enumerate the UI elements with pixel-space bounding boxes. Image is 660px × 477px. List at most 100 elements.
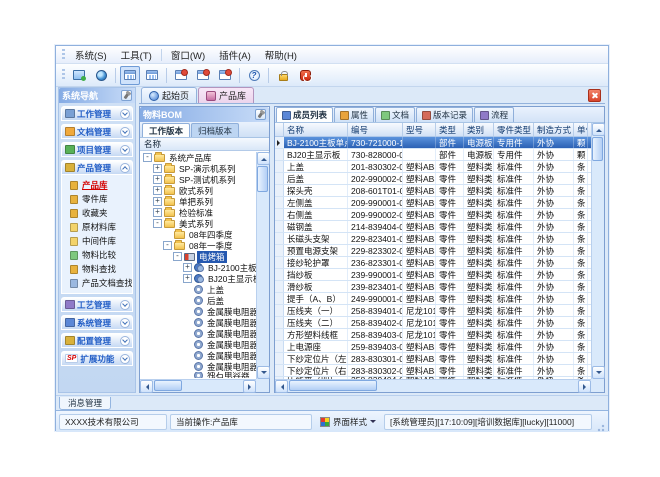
- sidebar-item-收藏夹[interactable]: 收藏夹: [68, 206, 132, 220]
- help-button[interactable]: ?: [244, 66, 264, 85]
- browser-globe-button[interactable]: [91, 66, 111, 85]
- bom-pin-button[interactable]: [255, 109, 266, 120]
- tab-文档[interactable]: 文档: [375, 107, 415, 122]
- chevron-button[interactable]: [120, 109, 130, 119]
- menu-item-窗口W[interactable]: 窗口(W): [164, 46, 212, 64]
- tree-vertical-scrollbar[interactable]: [256, 152, 269, 379]
- sidebar-item-原材料库[interactable]: 原材料库: [68, 220, 132, 234]
- close-other-windows-button[interactable]: [215, 66, 235, 85]
- expand-toggle[interactable]: +: [153, 208, 162, 217]
- tab-起始页[interactable]: 起始页: [141, 87, 197, 103]
- scroll-thumb[interactable]: [257, 166, 268, 192]
- toolbar-grip[interactable]: [62, 69, 65, 81]
- sidebar-item-零件库[interactable]: 零件库: [68, 192, 132, 206]
- tree-node-BJ20主显示板[interactable]: +BJ20主显示板: [140, 273, 256, 284]
- chevron-button[interactable]: [120, 318, 130, 328]
- column-header-型号[interactable]: 型号: [403, 123, 436, 136]
- tab-产品库[interactable]: 产品库: [198, 87, 254, 103]
- sidebar-group-header-工艺管理[interactable]: 工艺管理: [61, 297, 133, 312]
- tree-node-单把系列[interactable]: +单把系列: [140, 196, 256, 207]
- scroll-down-button[interactable]: [257, 366, 270, 379]
- sidebar-group-header-配置管理[interactable]: 配置管理: [61, 333, 133, 348]
- tree-node-金属膜电阻器[interactable]: 金属膜电阻器: [140, 317, 256, 328]
- exit-button[interactable]: [295, 66, 315, 85]
- expand-toggle[interactable]: +: [153, 197, 162, 206]
- collapse-toggle[interactable]: -: [153, 219, 162, 228]
- tree-node-电烤箱[interactable]: -电烤箱: [140, 251, 256, 262]
- scroll-thumb[interactable]: [592, 137, 603, 161]
- tab-close-button[interactable]: [588, 89, 601, 102]
- table-row[interactable]: 方形塑料线框258-839403-00X尼龙1010零件塑料类标准件外协条: [275, 329, 591, 341]
- column-header-编号[interactable]: 编号: [348, 123, 403, 136]
- column-header-制造方式[interactable]: 制造方式: [534, 123, 574, 136]
- tree-node-金属膜电阻器[interactable]: 金属膜电阻器: [140, 328, 256, 339]
- sidebar-group-header-文档管理[interactable]: 文档管理: [61, 124, 133, 139]
- tree-node-检验标准[interactable]: +检验标准: [140, 207, 256, 218]
- sidebar-item-产品文档查找[interactable]: 产品文档查找: [68, 276, 132, 290]
- tab-成员列表[interactable]: 成员列表: [276, 107, 333, 122]
- chevron-button[interactable]: [120, 163, 130, 173]
- tab-流程[interactable]: 流程: [474, 107, 514, 122]
- table-row[interactable]: 左侧盖209-990001-01X塑料ABS零件塑料类标准件外协条: [275, 197, 591, 209]
- table-row[interactable]: 右侧盖209-990002-01X塑料ABS零件塑料类标准件外协条: [275, 209, 591, 221]
- table-row[interactable]: 下纱定位片（右）283-830302-00X塑料ABS零件塑料类标准件外协条: [275, 365, 591, 377]
- scroll-left-button[interactable]: [140, 380, 153, 393]
- table-row[interactable]: 滑纱板239-823401-00X塑料ABS零件塑料类标准件外协条: [275, 281, 591, 293]
- scroll-left-button[interactable]: [275, 380, 288, 393]
- table-row[interactable]: 压线夹（二）258-839402-00X尼龙1010零件塑料类标准件外协条: [275, 317, 591, 329]
- tab-版本记录[interactable]: 版本记录: [416, 107, 473, 122]
- column-header-名称[interactable]: 名称: [284, 123, 348, 136]
- table-row[interactable]: 长磁头支架229-823401-00X塑料ABS零件塑料类标准件外协条: [275, 233, 591, 245]
- tree-node-SP-演示机系列[interactable]: +SP-演示机系列: [140, 163, 256, 174]
- menu-item-系统S[interactable]: 系统(S): [68, 46, 114, 64]
- tree-node-上盖[interactable]: 上盖: [140, 284, 256, 295]
- close-window-button[interactable]: [171, 66, 191, 85]
- table-vertical-scrollbar[interactable]: [591, 123, 604, 379]
- sidebar-pin-button[interactable]: [121, 90, 132, 101]
- scroll-right-button[interactable]: [578, 380, 591, 393]
- tree-column-header[interactable]: 名称: [140, 138, 269, 151]
- tree-node-金属膜电阻器[interactable]: 金属膜电阻器: [140, 361, 256, 372]
- table-row[interactable]: 预置电源支架229-823302-00X塑料ABS零件塑料类标准件外协条: [275, 245, 591, 257]
- table-row[interactable]: 磁钢盖214-839404-01X塑料ABS零件塑料类标准件外协条: [275, 221, 591, 233]
- scroll-thumb[interactable]: [154, 380, 182, 391]
- sidebar-group-header-项目管理[interactable]: 项目管理: [61, 142, 133, 157]
- sidebar-group-header-系统管理[interactable]: 系统管理: [61, 315, 133, 330]
- tree-node-金属膜电阻器[interactable]: 金属膜电阻器: [140, 350, 256, 361]
- message-management-tab[interactable]: 消息管理: [59, 397, 111, 410]
- sidebar-item-中间件库[interactable]: 中间件库: [68, 234, 132, 248]
- tree-node-金属膜电阻器[interactable]: 金属膜电阻器: [140, 306, 256, 317]
- tab-工作版本[interactable]: 工作版本: [142, 123, 190, 137]
- table-row[interactable]: 后盖202-990002-01X塑料ABS零件塑料类标准件外协条: [275, 173, 591, 185]
- tab-归档版本[interactable]: 归档版本: [191, 123, 239, 137]
- tree-horizontal-scrollbar[interactable]: [140, 379, 256, 392]
- tree-node-后盖[interactable]: 后盖: [140, 295, 256, 306]
- scroll-up-button[interactable]: [257, 152, 270, 165]
- tree-node-美式系列[interactable]: -美式系列: [140, 218, 256, 229]
- table-horizontal-scrollbar[interactable]: [275, 379, 591, 392]
- table-row[interactable]: 压线夹（一）258-839401-00X尼龙1010零件塑料类标准件外协条: [275, 305, 591, 317]
- expand-toggle[interactable]: +: [153, 164, 162, 173]
- collapse-toggle[interactable]: -: [143, 153, 152, 162]
- column-header-单位[interactable]: 单位: [574, 123, 588, 136]
- table-row[interactable]: BJ-2100主板单点730-721000-12X部件电源板专用件外协颗: [275, 137, 591, 149]
- scroll-right-button[interactable]: [243, 380, 256, 393]
- table-row[interactable]: 挡纱板239-990001-01X塑料ABS零件塑料类标准件外协条: [275, 269, 591, 281]
- tree-node-08年一季度[interactable]: -08年一季度: [140, 240, 256, 251]
- tree-node-08年四季度[interactable]: 08年四季度: [140, 229, 256, 240]
- tree-node-SP-测试机系列[interactable]: +SP-测试机系列: [140, 174, 256, 185]
- column-header-零件类型[interactable]: 零件类型: [494, 123, 534, 136]
- tree-node-系统产品库[interactable]: -系统产品库: [140, 152, 256, 163]
- tree-node-欧式系列[interactable]: +欧式系列: [140, 185, 256, 196]
- sidebar-item-物料比较[interactable]: 物料比较: [68, 248, 132, 262]
- resize-grip[interactable]: [595, 422, 605, 432]
- menu-item-帮助H[interactable]: 帮助(H): [258, 46, 304, 64]
- lock-button[interactable]: [273, 66, 293, 85]
- table-row[interactable]: 探头壳208-601T01-01X塑料ABS零件塑料类标准件外协条: [275, 185, 591, 197]
- tree-node-独石电容器[interactable]: 独石电容器: [140, 372, 256, 378]
- expand-toggle[interactable]: +: [153, 175, 162, 184]
- table-row[interactable]: 上盖201-830302-00X塑料ABS零件塑料类标准件外协条: [275, 161, 591, 173]
- table-row[interactable]: 接纱轮护罩236-823301-00X塑料ABS零件塑料类标准件外协条: [275, 257, 591, 269]
- chevron-button[interactable]: [120, 145, 130, 155]
- tree-node-金属膜电阻器[interactable]: 金属膜电阻器: [140, 339, 256, 350]
